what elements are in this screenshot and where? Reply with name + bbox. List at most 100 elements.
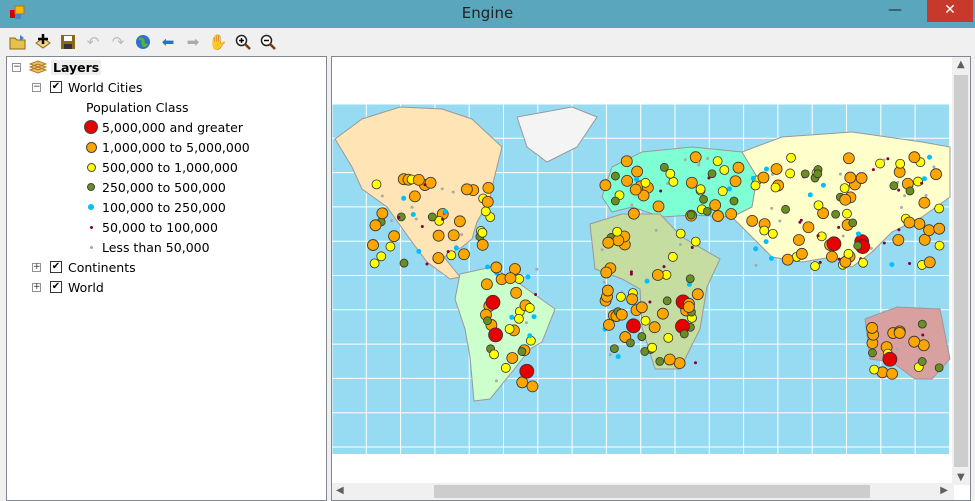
layer-checkbox[interactable]: ✔ — [50, 281, 62, 293]
city-point — [813, 169, 823, 179]
legend-item: 250,000 to 500,000 — [84, 177, 226, 197]
back-arrow-icon[interactable]: ⬅ — [158, 32, 178, 52]
city-point — [932, 165, 936, 169]
city-point — [918, 196, 931, 209]
city-point — [485, 294, 501, 310]
city-point — [686, 210, 696, 220]
horizontal-scrollbar[interactable]: ◀ ▶ — [332, 483, 954, 500]
city-point — [524, 303, 535, 313]
vertical-scrollbar[interactable]: ▲ ▼ — [952, 57, 970, 485]
city-point — [786, 152, 796, 163]
city-point — [427, 212, 437, 222]
city-point — [425, 262, 429, 266]
city-point — [732, 161, 745, 174]
legend-symbol — [86, 162, 96, 172]
expand-icon[interactable]: + — [32, 282, 41, 292]
city-point — [453, 215, 466, 228]
city-point — [869, 246, 873, 250]
city-point — [500, 363, 511, 373]
city-point — [446, 250, 450, 254]
city-point — [807, 192, 813, 198]
vertical-scroll-thumb[interactable] — [954, 75, 968, 467]
add-data-icon[interactable] — [33, 32, 53, 52]
city-point — [795, 247, 808, 260]
city-point — [920, 181, 924, 185]
collapse-icon[interactable]: − — [12, 62, 21, 72]
city-point — [694, 361, 698, 365]
legend-label: 100,000 to 250,000 — [102, 199, 226, 215]
city-point — [799, 218, 803, 222]
layer-world-cities[interactable]: − ✔ World Cities — [32, 77, 143, 97]
legend-item: 100,000 to 250,000 — [84, 197, 226, 217]
city-point — [895, 158, 906, 169]
legend-symbol — [88, 204, 94, 210]
city-point — [871, 168, 875, 172]
city-point — [886, 157, 890, 161]
city-point — [399, 258, 409, 268]
city-point — [903, 216, 916, 229]
map-view[interactable]: ▲ ▼ ◀ ▶ — [331, 56, 971, 501]
city-point — [494, 379, 498, 383]
city-point — [599, 179, 612, 192]
save-icon[interactable] — [58, 32, 78, 52]
pan-hand-icon[interactable]: ✋ — [208, 32, 228, 52]
minimize-button[interactable]: — — [875, 0, 915, 22]
city-point — [615, 354, 621, 360]
city-point — [844, 171, 857, 184]
city-point — [612, 234, 625, 247]
city-point — [763, 166, 769, 172]
city-point — [510, 286, 523, 299]
city-point — [517, 347, 527, 356]
city-point — [917, 357, 927, 366]
city-point — [690, 236, 701, 247]
city-point — [535, 267, 539, 271]
horizontal-scroll-thumb[interactable] — [434, 485, 870, 498]
city-point — [663, 353, 676, 366]
title-bar: Engine — ✕ — [0, 0, 975, 28]
world-map[interactable] — [332, 57, 954, 485]
city-point — [376, 251, 387, 262]
city-point — [837, 225, 841, 229]
layers-root[interactable]: − Layers — [12, 57, 102, 77]
layer-checkbox[interactable]: ✔ — [50, 261, 62, 273]
layer-checkbox[interactable]: ✔ — [50, 81, 62, 93]
city-point — [858, 257, 868, 268]
collapse-icon[interactable]: − — [32, 82, 41, 92]
city-point — [913, 217, 926, 230]
city-point — [753, 246, 759, 252]
city-point — [933, 222, 946, 235]
layer-continents[interactable]: + ✔ Continents — [32, 257, 136, 277]
city-point — [390, 219, 394, 223]
legend-label: 1,000,000 to 5,000,000 — [102, 139, 250, 155]
city-point — [855, 231, 861, 237]
city-point — [831, 209, 841, 219]
city-point — [367, 239, 379, 251]
close-button[interactable]: ✕ — [927, 0, 973, 22]
city-point — [793, 234, 805, 246]
city-point — [447, 229, 460, 242]
city-point — [385, 241, 396, 252]
city-point — [483, 316, 492, 326]
expand-icon[interactable]: + — [32, 262, 41, 272]
full-extent-globe-icon[interactable] — [133, 32, 153, 52]
city-point — [412, 173, 425, 186]
forward-arrow-icon[interactable]: ➡ — [183, 32, 203, 52]
redo-icon[interactable]: ↷ — [108, 32, 128, 52]
city-point — [602, 280, 606, 284]
city-point — [615, 308, 628, 321]
layer-world[interactable]: + ✔ World — [32, 277, 104, 297]
undo-icon[interactable]: ↶ — [83, 32, 103, 52]
city-point — [460, 183, 473, 196]
city-point — [855, 172, 868, 184]
city-point — [514, 313, 524, 324]
city-point — [843, 248, 854, 259]
city-point — [717, 186, 728, 197]
zoom-out-icon[interactable] — [258, 32, 278, 52]
city-point — [626, 293, 639, 306]
city-point — [611, 171, 620, 181]
zoom-in-icon[interactable] — [233, 32, 253, 52]
city-point — [600, 248, 604, 252]
city-point — [778, 219, 782, 223]
open-icon[interactable] — [8, 32, 28, 52]
legend-item: 5,000,000 and greater — [84, 117, 243, 137]
